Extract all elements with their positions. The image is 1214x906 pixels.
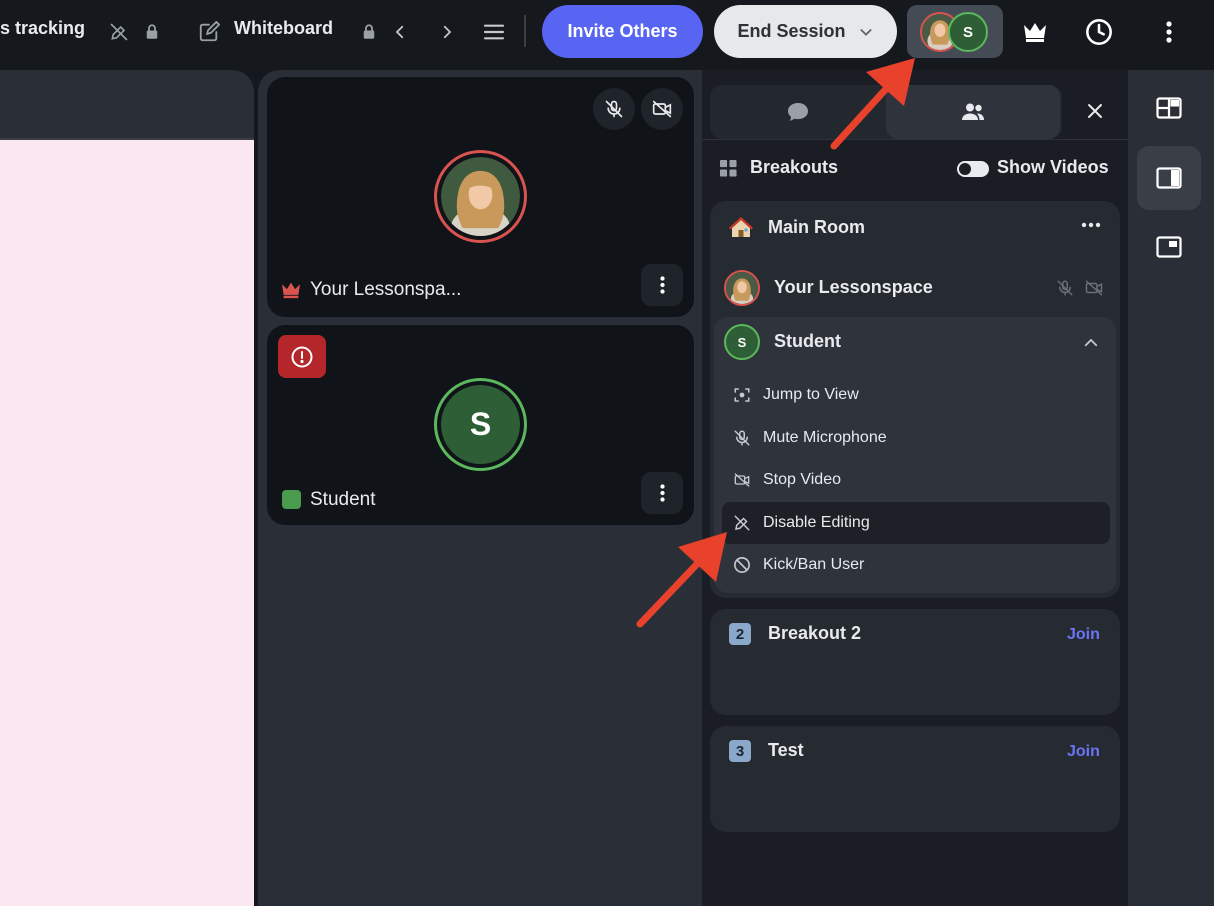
room-number-badge: 2 <box>729 623 751 645</box>
show-videos-label: Show Videos <box>997 157 1109 177</box>
chevron-right-icon[interactable] <box>435 20 459 44</box>
student-video-avatar: S <box>434 378 527 471</box>
tab-participants[interactable] <box>886 85 1060 139</box>
menu-item-disable-editing[interactable]: Disable Editing <box>722 502 1110 544</box>
join-room-link[interactable]: Join <box>1067 626 1100 644</box>
host-avatar <box>724 270 760 306</box>
menu-item-kick-ban-user[interactable]: Kick/Ban User <box>722 544 1110 586</box>
divider <box>702 139 1128 140</box>
menu-item-label: Mute Microphone <box>763 429 887 446</box>
participant-name-student[interactable]: Student <box>774 331 841 352</box>
sidebar-layout-icon[interactable] <box>1137 146 1201 210</box>
chat-bubble-icon <box>788 103 808 121</box>
menu-item-label: Stop Video <box>763 471 841 488</box>
main-room-title: Main Room <box>768 217 865 237</box>
house-icon <box>729 216 753 240</box>
menu-item-label: Disable Editing <box>763 514 870 531</box>
focus-view-icon <box>722 386 762 404</box>
student-initial: S <box>441 385 520 464</box>
video-tile-name: Your Lessonspa... <box>310 279 462 300</box>
participants-avatars-button[interactable]: S <box>907 5 1003 58</box>
lock-icon <box>357 20 381 44</box>
crown-icon[interactable] <box>1019 16 1051 48</box>
edit-note-icon[interactable] <box>197 20 221 44</box>
mic-off-icon <box>1056 279 1074 297</box>
camera-off-icon <box>722 472 762 488</box>
grid-icon <box>720 160 738 178</box>
picture-in-picture-icon[interactable] <box>1137 215 1201 279</box>
chevron-up-icon[interactable] <box>1082 334 1100 352</box>
tab-title-whiteboard[interactable]: Whiteboard <box>234 18 333 39</box>
panel-tabs <box>710 85 1062 139</box>
camera-off-icon[interactable] <box>641 88 683 130</box>
hamburger-menu-icon[interactable] <box>482 20 506 44</box>
top-bar: s tracking Whiteboard Invite Others End … <box>0 0 1214 64</box>
invite-others-button[interactable]: Invite Others <box>542 5 703 58</box>
breakout-room-title: Breakout 2 <box>768 623 862 643</box>
video-tile-name: Student <box>310 489 376 510</box>
breakouts-heading: Breakouts <box>750 157 839 177</box>
tile-more-button[interactable] <box>641 472 683 514</box>
join-room-link[interactable]: Join <box>1067 743 1100 761</box>
student-avatar: S <box>948 12 988 52</box>
divider <box>524 15 526 47</box>
tile-more-button[interactable] <box>641 264 683 306</box>
whiteboard-canvas[interactable] <box>0 140 254 906</box>
edit-off-icon <box>722 514 762 532</box>
menu-item-label: Jump to View <box>763 386 859 403</box>
end-session-label: End Session <box>737 21 846 41</box>
people-icon <box>962 103 984 120</box>
menu-item-stop-video[interactable]: Stop Video <box>722 459 1110 501</box>
student-avatar: S <box>724 324 760 360</box>
menu-item-mute-microphone[interactable]: Mute Microphone <box>722 417 1110 459</box>
show-videos-toggle[interactable] <box>957 161 989 177</box>
participant-name-host[interactable]: Your Lessonspace <box>774 277 933 298</box>
host-crown-icon <box>280 281 302 299</box>
ban-icon <box>722 556 762 574</box>
more-horizontal-icon[interactable] <box>1081 218 1101 232</box>
editing-disabled-icon <box>107 20 131 44</box>
camera-off-icon <box>1084 279 1104 297</box>
tab-chat[interactable] <box>710 85 886 139</box>
room-number-badge: 3 <box>729 740 751 762</box>
mic-off-icon <box>722 429 762 447</box>
menu-item-jump-to-view[interactable]: Jump to View <box>722 374 1110 416</box>
chevron-down-icon <box>859 28 872 36</box>
student-status-square <box>282 490 301 509</box>
end-session-button[interactable]: End Session <box>714 5 897 58</box>
breakout-room-title: Test <box>768 740 804 760</box>
mic-off-icon[interactable] <box>593 88 635 130</box>
clock-icon[interactable] <box>1083 16 1115 48</box>
tab-title-tracking[interactable]: s tracking <box>0 18 85 39</box>
lock-icon <box>140 20 164 44</box>
menu-item-label: Kick/Ban User <box>763 556 865 573</box>
more-vertical-icon[interactable] <box>1153 16 1185 48</box>
host-video-avatar <box>434 150 527 243</box>
alert-icon[interactable] <box>278 335 326 378</box>
grid-layout-icon[interactable] <box>1137 76 1201 140</box>
close-icon[interactable] <box>1076 92 1114 130</box>
chevron-left-icon[interactable] <box>388 20 412 44</box>
